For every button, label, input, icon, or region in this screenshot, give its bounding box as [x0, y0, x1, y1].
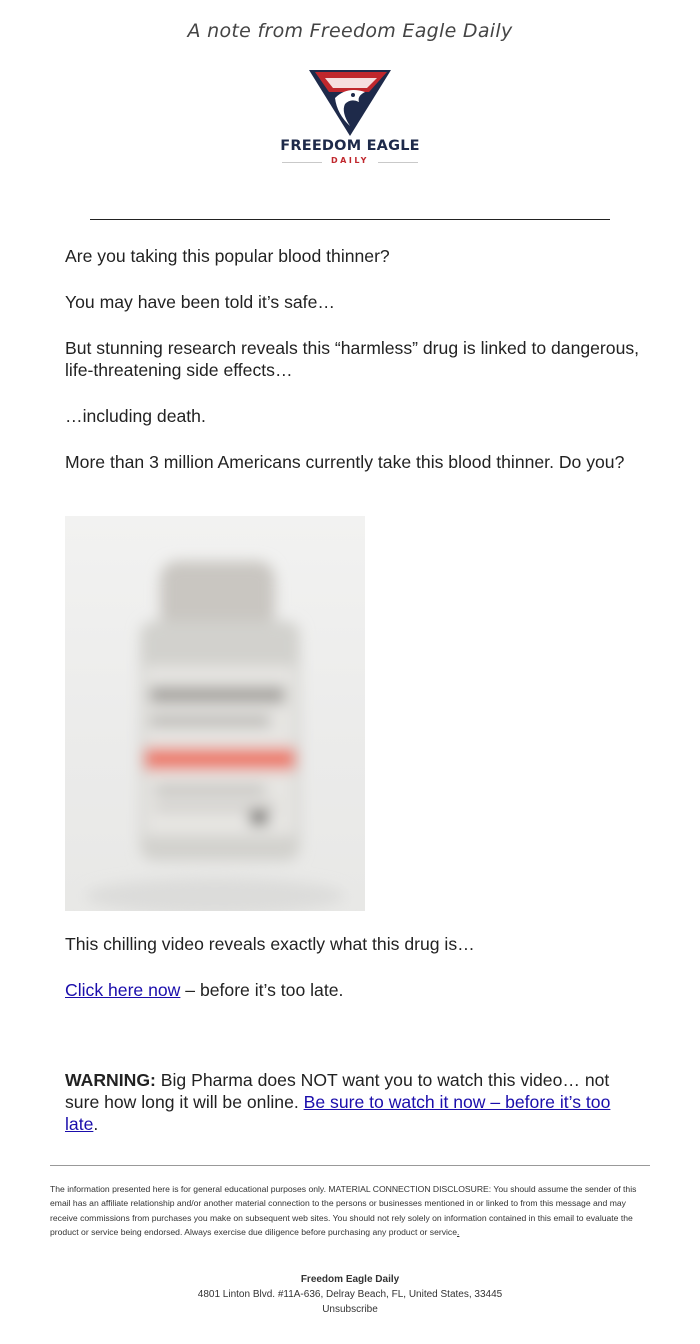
- cta-rest: – before it’s too late.: [180, 980, 344, 1000]
- pill-bottle-image[interactable]: [65, 516, 365, 911]
- body-paragraph: This chilling video reveals exactly what…: [65, 934, 475, 954]
- blurred-bottle-graphic: [85, 561, 345, 911]
- body-paragraph: You may have been told it’s safe…: [65, 292, 335, 312]
- email-body: Are you taking this popular blood thinne…: [65, 245, 640, 497]
- logo-rule: [378, 162, 418, 163]
- cta-section: This chilling video reveals exactly what…: [65, 933, 640, 1025]
- footer-divider: [50, 1165, 650, 1166]
- footer-address: 4801 Linton Blvd. #11A-636, Delray Beach…: [197, 1289, 503, 1300]
- header-divider: [90, 219, 610, 220]
- eagle-shield-icon: [309, 70, 391, 136]
- warning-label: WARNING:: [65, 1070, 156, 1090]
- footer-company: Freedom Eagle Daily: [300, 1274, 400, 1285]
- body-paragraph: …including death.: [65, 406, 206, 426]
- warning-end: .: [93, 1114, 99, 1134]
- header-note: A note from Freedom Eagle Daily: [187, 20, 513, 42]
- logo-sub: DAILY: [331, 156, 369, 165]
- logo-name: FREEDOM EAGLE: [280, 138, 420, 154]
- disclosure-body: The information presented here is for ge…: [50, 1184, 637, 1238]
- body-paragraph: Are you taking this popular blood thinne…: [65, 246, 390, 266]
- footer-address-block: Freedom Eagle Daily 4801 Linton Blvd. #1…: [0, 1272, 700, 1317]
- body-paragraph: More than 3 million Americans currently …: [65, 452, 625, 472]
- disclosure-end: .: [457, 1227, 460, 1238]
- disclosure-text: The information presented here is for ge…: [50, 1182, 650, 1240]
- click-here-link[interactable]: Click here now: [65, 980, 180, 1000]
- warning-paragraph: WARNING: Big Pharma does NOT want you to…: [65, 1069, 640, 1135]
- cta-paragraph: Click here now – before it’s too late.: [65, 979, 640, 1001]
- unsubscribe-link[interactable]: Unsubscribe: [322, 1304, 378, 1315]
- body-paragraph: But stunning research reveals this “harm…: [65, 338, 640, 380]
- brand-logo[interactable]: FREEDOM EAGLE DAILY: [275, 68, 425, 168]
